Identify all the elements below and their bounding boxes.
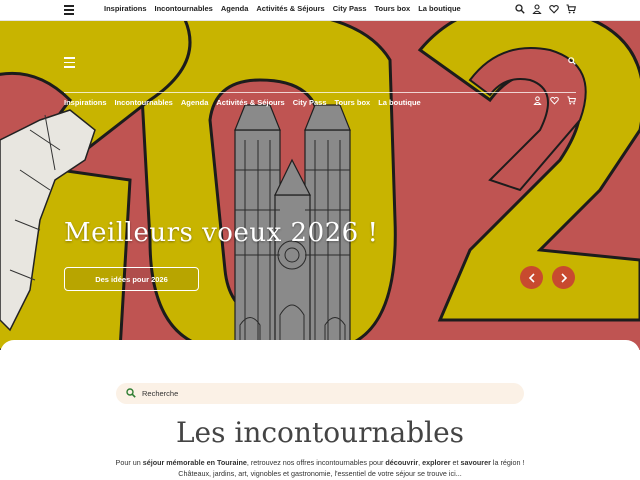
intro-text: Pour un bbox=[115, 458, 143, 467]
section-intro-line-2: Châteaux, jardins, art, vignobles et gas… bbox=[178, 469, 462, 478]
hero-nav-agenda[interactable]: Agenda bbox=[181, 98, 209, 107]
intro-text: et bbox=[450, 458, 461, 467]
search-bar bbox=[116, 383, 524, 404]
hero-nav-activites[interactable]: Activités & Séjours bbox=[216, 98, 284, 107]
search-icon bbox=[126, 388, 136, 398]
hero-title: Meilleurs voeux 2026 ! bbox=[64, 218, 379, 248]
top-nav-agenda[interactable]: Agenda bbox=[221, 4, 249, 13]
carousel-prev-button[interactable] bbox=[520, 266, 543, 289]
hero-top-row bbox=[64, 57, 576, 69]
top-nav-boutique[interactable]: La boutique bbox=[418, 4, 461, 13]
hero-nav-city-pass[interactable]: City Pass bbox=[293, 98, 327, 107]
heart-icon[interactable] bbox=[549, 4, 559, 14]
section-intro-line-1: Pour un séjour mémorable en Touraine, re… bbox=[80, 457, 560, 468]
chevron-right-icon bbox=[560, 272, 567, 283]
hero-heart-icon[interactable] bbox=[550, 96, 559, 105]
top-nav-city-pass[interactable]: City Pass bbox=[333, 4, 367, 13]
hero-nav-incontournables[interactable]: Incontournables bbox=[115, 98, 173, 107]
hero-divider bbox=[64, 92, 576, 93]
top-nav-activites[interactable]: Activités & Séjours bbox=[256, 4, 324, 13]
intro-text: , retrouvez nos offres incontournables p… bbox=[246, 458, 386, 467]
intro-text: la région ! bbox=[490, 458, 525, 467]
section-title: Les incontournables bbox=[175, 416, 465, 449]
hero-tools bbox=[533, 96, 576, 105]
hero-nav-boutique[interactable]: La boutique bbox=[378, 98, 421, 107]
main-content: Les incontournables Pour un séjour mémor… bbox=[0, 340, 640, 480]
top-navigation-bar: Inspirations Incontournables Agenda Acti… bbox=[0, 0, 640, 21]
intro-bold-text: savourer bbox=[460, 458, 491, 467]
user-icon[interactable] bbox=[532, 4, 542, 14]
top-nav-inspirations[interactable]: Inspirations bbox=[104, 4, 147, 13]
top-nav: Inspirations Incontournables Agenda Acti… bbox=[104, 4, 461, 13]
hero-cta-button[interactable]: Des idées pour 2026 bbox=[64, 267, 199, 291]
hero-illustration bbox=[0, 20, 640, 350]
chevron-left-icon bbox=[528, 272, 535, 283]
intro-bold-text: explorer bbox=[422, 458, 451, 467]
top-nav-incontournables[interactable]: Incontournables bbox=[155, 4, 213, 13]
hero-cart-icon[interactable] bbox=[567, 96, 576, 105]
search-input[interactable] bbox=[142, 386, 512, 401]
top-nav-tours-box[interactable]: Tours box bbox=[375, 4, 411, 13]
cart-icon[interactable] bbox=[566, 4, 576, 14]
hero-nav-inspirations[interactable]: Inspirations bbox=[64, 98, 107, 107]
top-tools bbox=[515, 4, 576, 14]
intro-bold-text: découvrir bbox=[385, 458, 419, 467]
menu-icon[interactable] bbox=[64, 5, 74, 15]
hero-nav-tours-box[interactable]: Tours box bbox=[335, 98, 371, 107]
hero-search-icon[interactable] bbox=[568, 57, 576, 65]
hero-user-icon[interactable] bbox=[533, 96, 542, 105]
section-intro: Pour un séjour mémorable en Touraine, re… bbox=[80, 457, 560, 479]
intro-bold-text: séjour mémorable en Touraine bbox=[142, 458, 247, 467]
carousel-next-button[interactable] bbox=[552, 266, 575, 289]
hero-nav: Inspirations Incontournables Agenda Acti… bbox=[64, 98, 421, 107]
hero-menu-icon[interactable] bbox=[64, 57, 75, 71]
search-icon[interactable] bbox=[515, 4, 525, 14]
hero-banner: Inspirations Incontournables Agenda Acti… bbox=[0, 20, 640, 350]
